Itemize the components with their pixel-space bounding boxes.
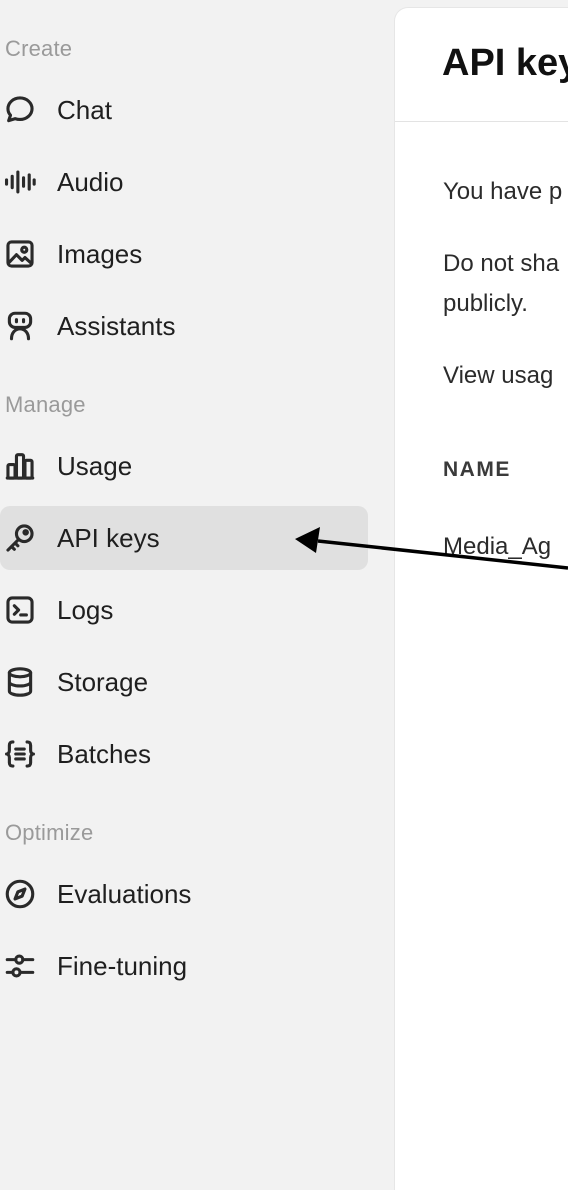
sidebar-item-label: Fine-tuning xyxy=(57,950,188,981)
sidebar-item-label: Batches xyxy=(57,738,151,769)
sidebar-item-audio[interactable]: Audio xyxy=(0,150,368,214)
main-panel: API key You have p Do not sha publicly. … xyxy=(394,7,568,1190)
sidebar-item-label: Storage xyxy=(57,666,149,697)
page: Create Chat Audio Images Assistants Mana… xyxy=(0,0,568,1190)
robot-icon xyxy=(2,308,38,344)
sidebar-item-label: Logs xyxy=(57,594,114,625)
sidebar-item-logs[interactable]: Logs xyxy=(0,578,368,642)
section-label-optimize: Optimize xyxy=(5,820,94,845)
waveform-icon xyxy=(2,164,38,200)
chat-bubble-icon xyxy=(2,92,38,128)
sidebar-item-images[interactable]: Images xyxy=(0,222,368,286)
table-column-header-name: NAME xyxy=(443,458,511,481)
sidebar-item-batches[interactable]: Batches xyxy=(0,722,368,786)
bar-chart-icon xyxy=(2,448,38,484)
terminal-icon xyxy=(2,592,38,628)
sidebar-item-api-keys[interactable]: API keys xyxy=(0,506,368,570)
sidebar-item-fine-tuning[interactable]: Fine-tuning xyxy=(0,934,368,998)
sidebar-item-evaluations[interactable]: Evaluations xyxy=(0,862,368,926)
sidebar-item-label: API keys xyxy=(57,522,160,553)
section-label-create: Create xyxy=(5,36,73,61)
sidebar-item-usage[interactable]: Usage xyxy=(0,434,368,498)
compass-icon xyxy=(2,876,38,912)
database-icon xyxy=(2,664,38,700)
section-label-manage: Manage xyxy=(5,392,86,417)
page-title: API key xyxy=(442,42,568,84)
sidebar: Create Chat Audio Images Assistants Mana… xyxy=(0,0,394,1190)
key-icon xyxy=(2,520,38,556)
info-text: You have p xyxy=(443,178,563,205)
braces-list-icon xyxy=(2,736,38,772)
sidebar-item-label: Usage xyxy=(57,450,133,481)
sidebar-item-label: Audio xyxy=(57,166,124,197)
table-row-name-cell: Media_Ag xyxy=(443,533,552,560)
sidebar-item-label: Evaluations xyxy=(57,878,192,909)
sidebar-item-label: Chat xyxy=(57,94,112,125)
sidebar-item-label: Assistants xyxy=(57,310,176,341)
sidebar-item-chat[interactable]: Chat xyxy=(0,78,368,142)
warning-text-continued: publicly. xyxy=(443,290,528,317)
main-header: API key xyxy=(395,8,568,122)
sidebar-item-storage[interactable]: Storage xyxy=(0,650,368,714)
sidebar-item-assistants[interactable]: Assistants xyxy=(0,294,368,358)
warning-text: Do not sha xyxy=(443,250,560,277)
sliders-icon xyxy=(2,948,38,984)
image-icon xyxy=(2,236,38,272)
sidebar-item-label: Images xyxy=(57,238,143,269)
view-usage-link[interactable]: View usag xyxy=(443,362,553,390)
